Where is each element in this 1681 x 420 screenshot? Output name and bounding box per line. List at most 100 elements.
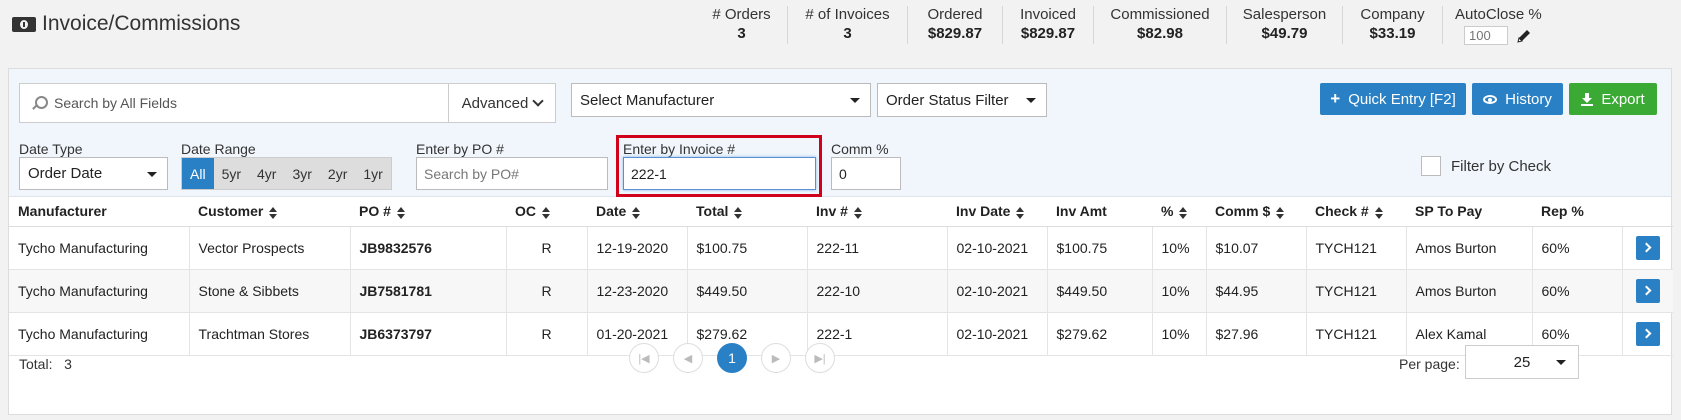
- caret-down-icon: [850, 98, 860, 103]
- col-inv-amt: Inv Amt: [1047, 197, 1152, 227]
- chevron-right-icon: [1641, 285, 1652, 296]
- per-page-value: 25: [1513, 353, 1531, 371]
- caret-down-icon: [147, 172, 157, 177]
- stat-ordered: Ordered $829.87: [908, 6, 1003, 44]
- stats-bar: # Orders 3 # of Invoices 3 Ordered $829.…: [696, 6, 1553, 45]
- total-count: Total: 3: [19, 356, 72, 372]
- caret-down-icon: [1556, 360, 1566, 365]
- per-page-select[interactable]: 25: [1465, 345, 1579, 379]
- quick-entry-button[interactable]: + Quick Entry [F2]: [1320, 83, 1466, 115]
- title-wrap: Invoice/Commissions: [12, 12, 240, 36]
- col-po[interactable]: PO #: [350, 197, 506, 227]
- date-type-value: Order Date: [28, 165, 103, 182]
- sort-icon: [396, 206, 405, 219]
- prev-page-icon[interactable]: ◀: [673, 343, 703, 373]
- filter-area: Advanced Select Manufacturer Order Statu…: [9, 69, 1671, 197]
- search-input[interactable]: [54, 95, 434, 111]
- download-icon: [1581, 92, 1594, 106]
- sort-icon: [853, 206, 862, 219]
- autoclose-input[interactable]: [1464, 26, 1508, 45]
- manufacturer-select[interactable]: Select Manufacturer: [571, 83, 871, 117]
- last-page-icon[interactable]: ▶|: [805, 343, 835, 373]
- first-page-icon[interactable]: |◀: [629, 343, 659, 373]
- col-sp-to-pay: SP To Pay: [1406, 197, 1532, 227]
- invoice-highlight-box: [616, 135, 822, 197]
- col-manufacturer: Manufacturer: [9, 197, 189, 227]
- col-inv-date[interactable]: Inv Date: [947, 197, 1047, 227]
- stat-commissioned: Commissioned $82.98: [1094, 6, 1227, 44]
- range-3yr[interactable]: 3yr: [284, 158, 319, 189]
- autoclose-row: [1455, 26, 1541, 45]
- po-label: Enter by PO #: [416, 141, 504, 157]
- manufacturer-select-value: Select Manufacturer: [580, 91, 715, 109]
- col-date[interactable]: Date: [587, 197, 687, 227]
- date-range-group: All 5yr 4yr 3yr 2yr 1yr: [181, 157, 392, 190]
- range-5yr[interactable]: 5yr: [214, 158, 249, 189]
- page-1-button[interactable]: 1: [717, 343, 747, 373]
- col-customer[interactable]: Customer: [189, 197, 350, 227]
- stat-invoiced: Invoiced $829.87: [1003, 6, 1094, 44]
- table-header-row: Manufacturer Customer PO # OC Date Total…: [9, 197, 1673, 227]
- col-rep-percent: Rep %: [1532, 197, 1622, 227]
- sort-icon: [542, 206, 550, 219]
- sort-icon: [1016, 206, 1025, 219]
- table-row: Tycho Manufacturing Stone & Sibbets JB75…: [9, 269, 1673, 313]
- export-label: Export: [1601, 90, 1645, 108]
- commissions-table-wrap: Manufacturer Customer PO # OC Date Total…: [9, 197, 1673, 356]
- export-button[interactable]: Export: [1569, 83, 1657, 115]
- chevron-down-icon: [532, 95, 545, 107]
- range-all[interactable]: All: [182, 158, 214, 189]
- quick-entry-label: Quick Entry [F2]: [1348, 90, 1456, 108]
- caret-down-icon: [1026, 98, 1036, 103]
- date-range-label: Date Range: [181, 141, 256, 157]
- search-box: Advanced: [19, 83, 556, 123]
- sort-icon: [269, 206, 278, 219]
- date-type-select[interactable]: Order Date: [19, 157, 168, 190]
- table-row: Tycho Manufacturing Vector Prospects JB9…: [9, 226, 1673, 270]
- po-input[interactable]: [416, 157, 608, 190]
- row-detail-button[interactable]: [1635, 321, 1660, 346]
- range-1yr[interactable]: 1yr: [355, 158, 390, 189]
- order-status-select[interactable]: Order Status Filter: [877, 83, 1047, 117]
- col-percent[interactable]: %: [1152, 197, 1206, 227]
- date-type-label: Date Type: [19, 141, 83, 157]
- per-page-label: Per page:: [1399, 356, 1460, 372]
- range-2yr[interactable]: 2yr: [320, 158, 355, 189]
- chevron-right-icon: [1641, 328, 1652, 339]
- page-title: Invoice/Commissions: [42, 12, 241, 35]
- money-icon: [12, 16, 36, 32]
- row-detail-button[interactable]: [1635, 278, 1660, 303]
- pagination: |◀ ◀ 1 ▶ ▶|: [629, 343, 835, 373]
- filter-by-check-checkbox[interactable]: [1421, 156, 1441, 176]
- sort-icon: [1374, 206, 1383, 219]
- filter-by-check-label: Filter by Check: [1451, 158, 1552, 175]
- stat-company: Company $33.19: [1343, 6, 1443, 44]
- col-comm[interactable]: Comm $: [1206, 197, 1306, 227]
- main-panel: Advanced Select Manufacturer Order Statu…: [8, 68, 1673, 415]
- sort-icon: [734, 206, 743, 219]
- plus-icon: +: [1330, 89, 1341, 108]
- col-actions: [1622, 197, 1673, 227]
- col-inv-num[interactable]: Inv #: [807, 197, 947, 227]
- advanced-button[interactable]: Advanced: [448, 84, 555, 122]
- range-4yr[interactable]: 4yr: [249, 158, 284, 189]
- col-oc[interactable]: OC: [506, 197, 587, 227]
- stat-orders: # Orders 3: [696, 6, 788, 44]
- col-check[interactable]: Check #: [1306, 197, 1406, 227]
- sort-icon: [1276, 206, 1285, 219]
- col-total[interactable]: Total: [687, 197, 807, 227]
- comm-input[interactable]: [831, 157, 901, 190]
- next-page-icon[interactable]: ▶: [761, 343, 791, 373]
- history-button[interactable]: History: [1472, 83, 1563, 115]
- row-detail-button[interactable]: [1635, 235, 1660, 260]
- advanced-label: Advanced: [461, 94, 529, 112]
- page-header: Invoice/Commissions # Orders 3 # of Invo…: [0, 0, 1681, 58]
- search-icon: [32, 96, 48, 110]
- eye-icon: [1483, 94, 1498, 104]
- pencil-icon[interactable]: [1516, 28, 1532, 44]
- table-footer: Total: 3 |◀ ◀ 1 ▶ ▶| Per page: 25: [9, 343, 1671, 415]
- stat-salesperson: Salesperson $49.79: [1227, 6, 1343, 44]
- stat-invoices: # of Invoices 3: [788, 6, 908, 44]
- commissions-table: Manufacturer Customer PO # OC Date Total…: [9, 197, 1673, 356]
- order-status-select-value: Order Status Filter: [886, 91, 1009, 109]
